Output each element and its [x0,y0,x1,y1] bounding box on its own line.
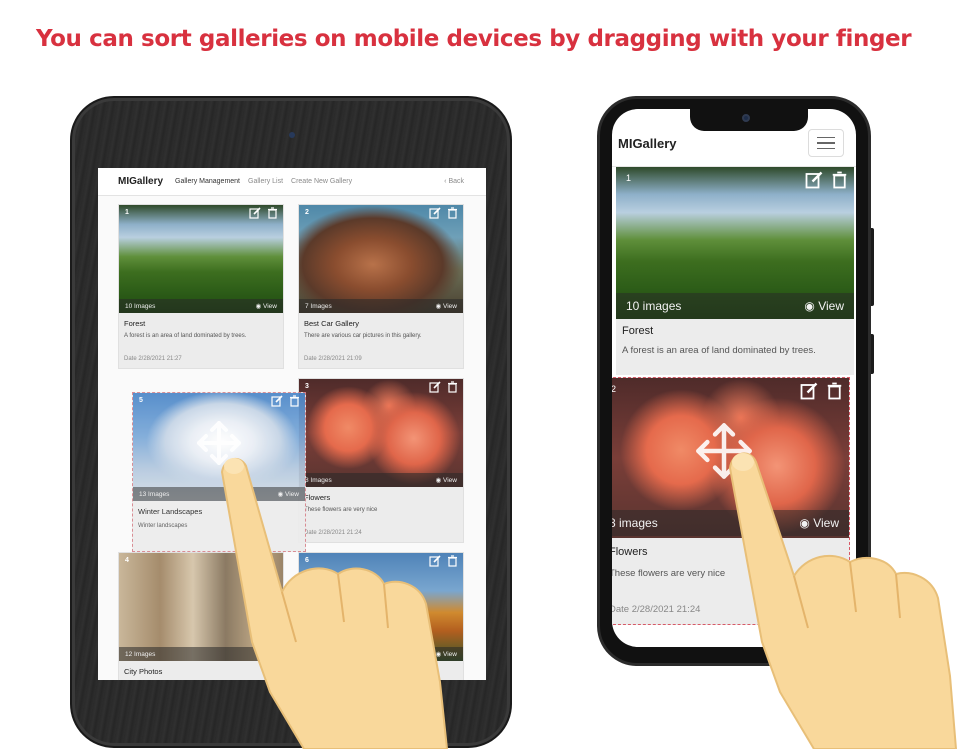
image-count: 12 Images [125,650,156,658]
hamburger-menu-icon[interactable] [808,129,844,157]
eye-icon: ◉ [435,303,444,310]
gallery-thumbnail [299,205,463,313]
card-date: Date 2/28/2021 21:27 [124,356,182,362]
view-button[interactable]: ◉ View [436,302,457,310]
card-title: Flowers [612,546,648,558]
tablet-camera [289,132,295,138]
gallery-card[interactable]: 1 10 images ◉ View Forest A forest is an… [616,167,854,375]
view-button[interactable]: ◉ View [256,302,277,310]
card-date: Date 2/28/2021 21:09 [304,356,362,362]
card-number: 3 [305,383,309,390]
card-number: 4 [125,557,129,564]
edit-icon[interactable] [271,395,283,407]
back-label: Back [448,178,464,185]
pointing-hand-illustration [220,457,449,749]
card-number: 2 [305,209,309,216]
view-label: View [443,303,457,310]
card-title: Forest [124,319,146,328]
eye-icon: ◉ [804,299,819,313]
trash-icon[interactable] [826,382,843,400]
card-title: City Photos [124,667,163,676]
view-label: View [818,299,844,313]
card-description: A forest is an area of land dominated by… [622,345,816,356]
card-description: A forest is an area of land dominated by… [124,333,247,339]
card-title: Forest [622,325,654,337]
pointing-hand-illustration [728,452,958,749]
image-count: 8 images [612,516,658,530]
trash-icon[interactable] [447,381,458,393]
image-count: 13 Images [139,490,170,498]
edit-icon[interactable] [429,381,441,393]
image-count: 7 Images [305,302,332,310]
card-number: 5 [139,397,143,404]
nav-gallery-management[interactable]: Gallery Management [175,178,240,185]
edit-icon[interactable] [805,171,823,189]
card-title: Best Car Gallery [304,319,360,328]
trash-icon[interactable] [289,395,300,407]
eye-icon: ◉ [255,303,264,310]
gallery-card[interactable]: 1 10 Images ◉ View Forest A forest is an… [118,204,284,369]
card-number: 2 [612,384,616,394]
edit-icon[interactable] [800,382,818,400]
trash-icon[interactable] [831,171,848,189]
card-info-bar: 7 Images ◉ View [299,299,463,313]
card-info-bar: 10 images ◉ View [616,293,854,319]
card-number: 1 [626,173,632,183]
card-date: Date 2/28/2021 21:24 [612,604,701,615]
phone-navbar: MIGallery [612,123,856,167]
card-title: Winter Landscapes [138,507,203,516]
phone-brand[interactable]: MIGallery [618,136,677,151]
card-description: There are various car pictures in this g… [304,333,422,339]
card-description: Winter landscapes [138,523,188,529]
view-button[interactable]: ◉ View [804,299,844,313]
trash-icon[interactable] [447,207,458,219]
image-count: 10 images [626,299,682,313]
nav-create-new-gallery[interactable]: Create New Gallery [291,178,352,185]
card-description: These flowers are very nice [612,568,726,579]
back-link[interactable]: ‹ Back [444,178,464,185]
tablet-brand[interactable]: MIGallery [118,176,163,187]
edit-icon[interactable] [429,207,441,219]
front-camera [742,114,750,122]
card-info-bar: 10 Images ◉ View [119,299,283,313]
image-count: 10 Images [125,302,156,310]
headline: You can sort galleries on mobile devices… [36,26,912,52]
tablet-navbar: MIGallery Gallery Management Gallery Lis… [98,168,486,196]
gallery-thumbnail [119,205,283,313]
trash-icon[interactable] [267,207,278,219]
gallery-card[interactable]: 2 7 Images ◉ View Best Car Gallery There… [298,204,464,369]
card-number: 1 [125,209,129,216]
view-label: View [263,303,277,310]
edit-icon[interactable] [249,207,261,219]
nav-gallery-list[interactable]: Gallery List [248,178,283,185]
